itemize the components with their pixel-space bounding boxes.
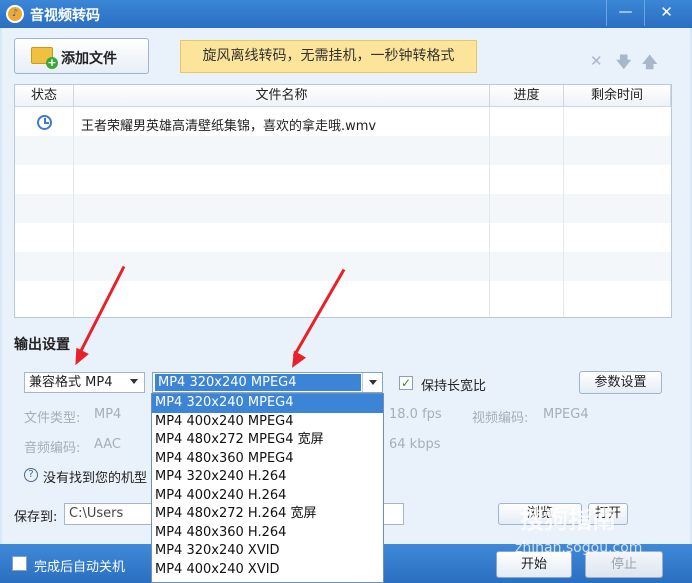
column-header-remaining[interactable]: 剩余时间 xyxy=(564,85,671,107)
preset-option[interactable]: MP4 320x240 MPEG4 xyxy=(152,394,383,413)
video-codec-value: MPEG4 xyxy=(543,407,589,422)
watermark-text: 搜狗指南 xyxy=(520,506,616,534)
title-bar: ♪ 音视频转码 — ✕ xyxy=(0,0,692,28)
preset-option[interactable]: MP4 480x360 MPEG4 xyxy=(152,450,383,469)
chevron-down-icon[interactable] xyxy=(362,373,382,392)
preset-option[interactable]: MP4 480x272 H.264 宽屏 xyxy=(152,505,383,524)
format-select[interactable]: 兼容格式 MP4 xyxy=(24,372,145,393)
output-settings-title: 输出设置 xyxy=(14,337,70,353)
column-divider xyxy=(73,107,74,317)
chevron-down-icon xyxy=(130,379,138,384)
parameter-settings-button[interactable]: 参数设置 xyxy=(579,371,662,394)
preset-option[interactable]: MP4 480x360 H.264 xyxy=(152,524,383,543)
auto-shutdown-label: 完成后自动关机 xyxy=(34,560,126,575)
format-select-value: 兼容格式 MP4 xyxy=(29,375,113,390)
file-type-label: 文件类型: xyxy=(24,411,81,426)
add-folder-icon xyxy=(31,47,58,69)
column-divider xyxy=(489,107,490,317)
audio-codec-label: 音频编码: xyxy=(24,441,81,456)
minimize-button[interactable]: — xyxy=(606,0,644,26)
preset-option[interactable]: MP4 400x240 XVID xyxy=(152,561,383,580)
column-header-progress[interactable]: 进度 xyxy=(490,85,564,107)
auto-shutdown-checkbox[interactable] xyxy=(12,556,27,571)
watermark-url: zhinan.sogou.com xyxy=(515,540,643,556)
window-title: 音视频转码 xyxy=(30,8,100,24)
column-header-filename[interactable]: 文件名称 xyxy=(74,85,490,107)
preset-option[interactable]: MP4 320x240 H.264 xyxy=(152,468,383,487)
preset-dropdown-list: MP4 320x240 MPEG4 MP4 400x240 MPEG4 MP4 … xyxy=(151,393,384,583)
save-to-label: 保存到: xyxy=(14,510,58,525)
list-stripe xyxy=(15,194,671,223)
add-file-label: 添加文件 xyxy=(61,51,117,67)
app-logo-icon: ♪ xyxy=(6,5,24,23)
model-not-found-link[interactable]: 没有找到您的机型 xyxy=(43,467,153,486)
clock-icon xyxy=(37,115,52,130)
preset-select[interactable]: MP4 320x240 MPEG4 xyxy=(152,372,383,393)
move-down-icon[interactable]: 🡇 xyxy=(616,52,631,77)
audio-codec-value: AAC xyxy=(94,437,121,452)
preset-option[interactable]: MP4 320x240 XVID xyxy=(152,542,383,561)
preset-option[interactable]: MP4 400x240 H.264 xyxy=(152,487,383,506)
preset-option[interactable]: MP4 480x272 MPEG4 宽屏 xyxy=(152,431,383,450)
promo-banner[interactable]: 旋风离线转码，无需挂机，一秒钟转格式 xyxy=(180,40,477,73)
framerate-value: 18.0 fps xyxy=(389,407,442,422)
close-window-button[interactable]: ✕ xyxy=(644,0,688,26)
video-codec-label: 视频编码: xyxy=(472,411,529,426)
list-stripe xyxy=(15,252,671,281)
move-up-icon[interactable]: 🡅 xyxy=(642,52,657,77)
keep-ratio-checkbox[interactable]: ✓ xyxy=(399,376,413,390)
preset-select-value: MP4 320x240 MPEG4 xyxy=(155,374,361,391)
table-row-filename[interactable]: 王者荣耀男英雄高清壁纸集锦，喜欢的拿走哦.wmv xyxy=(81,115,376,134)
delete-icon[interactable]: ✕ xyxy=(590,52,603,70)
help-icon: ? xyxy=(24,468,38,482)
preset-option[interactable]: MP4 400x240 MPEG4 xyxy=(152,413,383,432)
file-type-value: MP4 xyxy=(94,407,122,422)
column-divider xyxy=(563,107,564,317)
keep-ratio-label: 保持长宽比 xyxy=(421,379,487,394)
column-header-status[interactable]: 状态 xyxy=(15,85,74,107)
bitrate-value: 64 kbps xyxy=(389,437,441,452)
list-stripe xyxy=(15,136,671,165)
add-file-button[interactable]: 添加文件 xyxy=(14,38,149,74)
